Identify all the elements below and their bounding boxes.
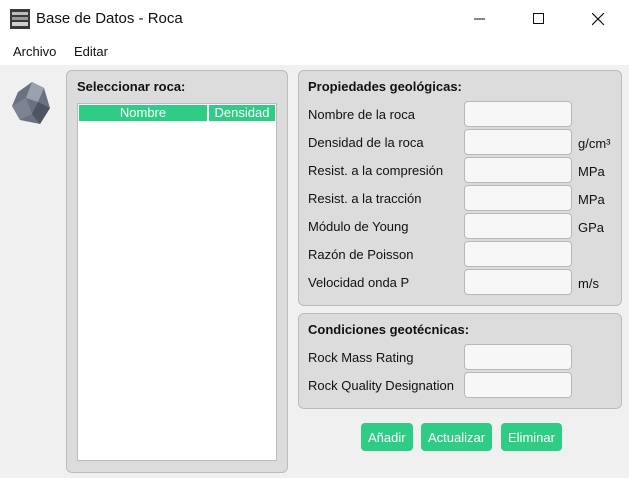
minimize-icon: [474, 18, 485, 20]
p-wave-velocity-label: Velocidad onda P: [308, 275, 410, 290]
geological-properties-panel: [298, 70, 622, 306]
density-unit: g/cm³: [578, 136, 611, 151]
database-app-icon: [10, 9, 30, 29]
tensile-strength-unit: MPa: [578, 192, 605, 207]
delete-button[interactable]: Eliminar: [501, 423, 562, 451]
select-rock-title: Seleccionar roca:: [77, 79, 186, 94]
rock-density-input[interactable]: [464, 129, 572, 155]
rock-icon: [12, 82, 50, 124]
window-title: Base de Datos - Roca: [36, 10, 183, 27]
title-bar: Base de Datos - Roca: [0, 0, 629, 38]
compressive-strength-label: Resist. a la compresión: [308, 163, 444, 178]
add-button[interactable]: Añadir: [361, 423, 413, 451]
rock-table[interactable]: Nombre Densidad: [77, 103, 277, 461]
rock-quality-designation-input[interactable]: [464, 372, 572, 398]
geotechnical-conditions-title: Condiciones geotécnicas:: [308, 322, 470, 337]
menu-bar: Archivo Editar: [0, 38, 629, 65]
compressive-strength-unit: MPa: [578, 164, 605, 179]
menu-archivo[interactable]: Archivo: [13, 44, 56, 59]
column-header-nombre[interactable]: Nombre: [79, 105, 207, 121]
youngs-modulus-unit: GPa: [578, 220, 605, 235]
column-header-densidad[interactable]: Densidad: [209, 105, 275, 121]
update-button[interactable]: Actualizar: [421, 423, 493, 451]
close-icon: [591, 12, 604, 25]
minimize-button[interactable]: [457, 0, 503, 38]
rock-density-label: Densidad de la roca: [308, 135, 424, 150]
youngs-modulus-label: Módulo de Young: [308, 219, 409, 234]
rock-mass-rating-input[interactable]: [464, 344, 572, 370]
compressive-strength-input[interactable]: [464, 157, 572, 183]
p-wave-velocity-input[interactable]: [464, 269, 572, 295]
maximize-icon: [533, 13, 544, 24]
maximize-button[interactable]: [516, 0, 562, 38]
rock-name-input[interactable]: [464, 101, 572, 127]
menu-editar[interactable]: Editar: [74, 44, 108, 59]
geological-properties-title: Propiedades geológicas:: [308, 79, 462, 94]
poisson-ratio-input[interactable]: [464, 241, 572, 267]
close-button[interactable]: [575, 0, 621, 38]
rock-name-label: Nombre de la roca: [308, 107, 415, 122]
youngs-modulus-input[interactable]: [464, 213, 572, 239]
tensile-strength-input[interactable]: [464, 185, 572, 211]
p-wave-velocity-unit: m/s: [578, 276, 599, 291]
rock-quality-designation-label: Rock Quality Designation: [308, 378, 454, 393]
rock-mass-rating-label: Rock Mass Rating: [308, 350, 414, 365]
tensile-strength-label: Resist. a la tracción: [308, 191, 422, 206]
poisson-ratio-label: Razón de Poisson: [308, 247, 414, 262]
